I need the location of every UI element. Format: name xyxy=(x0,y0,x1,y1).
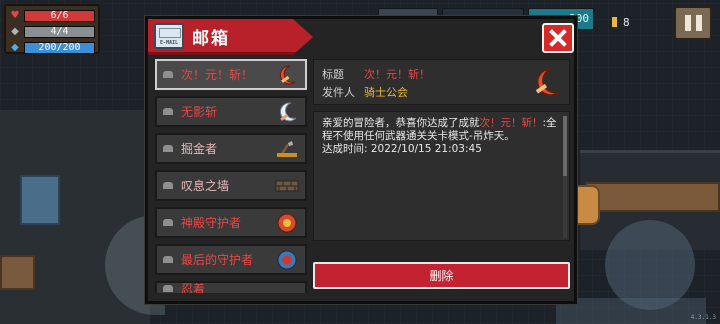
energy-text: 200/200 xyxy=(38,41,81,53)
hp-row: ♥ 6/6 xyxy=(9,8,95,23)
coin-counter: 8 xyxy=(612,12,668,32)
energy-row: ◆ 200/200 xyxy=(9,40,95,55)
mail-item[interactable]: 最后的守护者 xyxy=(155,244,307,275)
mail-body: 亲爱的冒险者，恭喜你达成了成就次！元！斩！:全程不使用任何武器通关关卡模式-吊炸… xyxy=(313,111,570,241)
mailbox-dialog: E-MAIL 邮箱 次！元！斩！ 无影斩 掘金者 叹息之墙 神殿守护者 最后的守… xyxy=(145,16,577,304)
subject-row: 标题 次！元！斩！ xyxy=(322,66,561,84)
mail-list[interactable]: 次！元！斩！ 无影斩 掘金者 叹息之墙 神殿守护者 最后的守护者 忍着 xyxy=(155,59,307,293)
gold-shovel-icon xyxy=(277,141,297,157)
energy-icon: ◆ xyxy=(11,41,19,53)
mail-detail-header: 标题 次！元！斩！ 发件人 骑士公会 xyxy=(313,59,570,105)
email-icon-label: E-MAIL xyxy=(159,40,179,46)
shield-icon: ◆ xyxy=(11,25,19,37)
subject-value: 次！元！斩！ xyxy=(364,68,430,81)
close-button[interactable] xyxy=(542,23,574,53)
pause-button[interactable] xyxy=(674,6,712,40)
player-stats-panel: ♥ 6/6 ◆ 4/4 ◆ 200/200 xyxy=(4,4,100,54)
hp-text: 6/6 xyxy=(50,9,69,21)
envelope-icon xyxy=(163,108,173,115)
body-prefix: 亲爱的冒险者，恭喜你达成了成就 xyxy=(322,117,480,129)
mail-item-label: 掘金者 xyxy=(181,142,218,156)
mail-detail-panel: 标题 次！元！斩！ 发件人 骑士公会 亲爱的冒险者，恭喜你达成了成就次！元！斩！… xyxy=(313,59,570,293)
heart-icon: ♥ xyxy=(10,9,20,21)
armor-text: 4/4 xyxy=(50,25,69,37)
subject-key: 标题 xyxy=(322,68,344,81)
weapon-rack xyxy=(585,182,720,212)
mail-item-label: 神殿守护者 xyxy=(181,216,242,230)
blue-machine xyxy=(20,175,60,225)
envelope-icon xyxy=(163,284,173,292)
coin-icon xyxy=(612,17,617,27)
mail-item[interactable]: 神殿守护者 xyxy=(155,207,307,238)
achieved-time: 达成时间: 2022/10/15 21:03:45 xyxy=(322,143,482,155)
mail-item[interactable]: 叹息之墙 xyxy=(155,170,307,201)
pause-icon xyxy=(684,15,691,31)
mail-item[interactable]: 掘金者 xyxy=(155,133,307,164)
sender-key: 发件人 xyxy=(322,86,355,99)
mail-item[interactable]: 无影斩 xyxy=(155,96,307,127)
mailbox-title: 邮箱 xyxy=(192,29,230,49)
envelope-icon xyxy=(163,182,173,189)
mail-item[interactable]: 次！元！斩！ xyxy=(155,59,307,90)
close-icon xyxy=(549,29,567,47)
coin-count: 8 xyxy=(623,15,630,29)
energy-bar: 200/200 xyxy=(24,41,95,54)
body-achievement: 次！元！斩！ xyxy=(479,117,543,129)
body-scrollbar-thumb[interactable] xyxy=(563,116,567,176)
mail-item-label: 忍着 xyxy=(181,281,206,293)
bottom-panel xyxy=(556,298,706,324)
version-text: 4.3.1.3 xyxy=(690,314,716,321)
envelope-icon xyxy=(163,145,173,152)
mail-item-label: 次！元！斩！ xyxy=(181,68,254,82)
crescent-slash-icon xyxy=(535,68,560,96)
mail-item-label: 无影斩 xyxy=(181,105,218,119)
pause-icon xyxy=(695,15,702,31)
mail-item[interactable]: 忍着 xyxy=(155,281,307,293)
email-icon: E-MAIL xyxy=(154,23,184,49)
envelope-icon xyxy=(163,256,173,263)
skill-button[interactable] xyxy=(605,220,695,310)
armor-bar: 4/4 xyxy=(24,25,95,38)
stone-wall-icon xyxy=(275,180,299,192)
mail-item-label: 最后的守护者 xyxy=(181,253,254,267)
last-guardian-icon xyxy=(277,250,297,270)
sender-row: 发件人 骑士公会 xyxy=(322,84,561,102)
moon-blade-icon xyxy=(279,102,297,122)
armor-row: ◆ 4/4 xyxy=(9,24,95,39)
envelope-icon xyxy=(163,71,173,78)
hp-bar: 6/6 xyxy=(24,9,95,22)
wooden-crate xyxy=(0,255,35,290)
delete-button[interactable]: 删除 xyxy=(313,262,570,289)
mail-item-label: 叹息之墙 xyxy=(181,179,230,193)
sender-value: 骑士公会 xyxy=(364,86,408,99)
envelope-icon xyxy=(163,219,173,226)
mailbox-title-tab: E-MAIL 邮箱 xyxy=(148,19,313,55)
temple-guardian-icon xyxy=(277,213,297,233)
crescent-slash-icon xyxy=(279,65,296,85)
